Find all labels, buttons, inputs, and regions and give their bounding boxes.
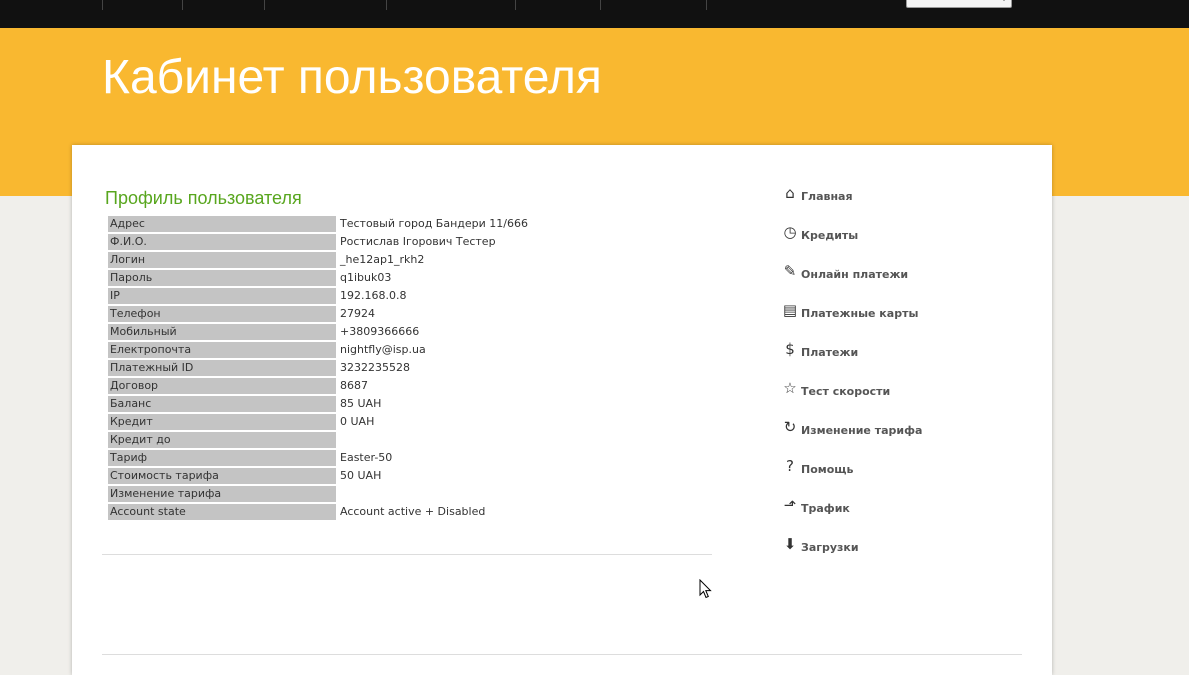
profile-field-label: Договор [108,378,336,394]
profile-field-label: Пароль [108,270,336,286]
question-icon: ? [786,457,794,475]
profile-field-label: IP [108,288,336,304]
table-row: Изменение тарифа [108,486,642,502]
sidebar-item-label: Платежи [801,346,859,359]
profile-field-value: 8687 [338,378,642,394]
profile-field-value: 192.168.0.8 [338,288,642,304]
profile-field-label: Логин [108,252,336,268]
table-row: Платежный ID 3232235528 [108,360,642,376]
sidebar-item-label: Главная [801,190,853,203]
dollar-icon: $ [785,340,795,358]
table-row: Адрес Тестовый город Бандери 11/666 [108,216,642,232]
divider [102,554,712,555]
profile-field-value: _he12ap1_rkh2 [338,252,642,268]
sidebar-item-label: Тест скорости [801,385,891,398]
sidebar-item-7[interactable]: ↻ Изменение тарифа [782,419,1002,439]
profile-field-label: Ф.И.О. [108,234,336,250]
sidebar-item-9[interactable]: ⬏ Трафик [782,497,1002,517]
sidebar-item-label: Загрузки [801,541,859,554]
profile-field-label: Телефон [108,306,336,322]
top-navigation-bar [0,0,1189,28]
profile-field-label: Account state [108,504,336,520]
sidebar-item-3[interactable]: ✎ Онлайн платежи [782,263,1002,283]
money-icon: ✎ [783,262,797,280]
download-icon: ⬇ [783,535,797,553]
mouse-cursor-icon [699,579,712,599]
sidebar-item-2[interactable]: ◷ Кредиты [782,224,1002,244]
profile-field-label: Кредит [108,414,336,430]
profile-field-label: Стоимость тарифа [108,468,336,484]
sidebar-item-label: Кредиты [801,229,859,242]
table-row: Тариф Easter-50 [108,450,642,466]
refresh-icon: ↻ [783,418,797,436]
top-nav-divider [706,0,707,10]
table-row: Електропочта nightfly@isp.ua [108,342,642,358]
profile-field-label: Мобильный [108,324,336,340]
sidebar-item-6[interactable]: ☆ Тест скорости [782,380,1002,400]
profile-field-value: Account active + Disabled [338,504,642,520]
sidebar-item-label: Платежные карты [801,307,919,320]
profile-field-value [338,486,642,502]
table-row: Ф.И.О. Ростислав Ігорович Тестер [108,234,642,250]
sidebar-item-1[interactable]: ⌂ Главная [782,185,1002,205]
top-nav-divider [515,0,516,10]
profile-field-value: 85 UAH [338,396,642,412]
content-card: Профиль пользователя Адрес Тестовый город… [72,145,1052,675]
receipt-icon: ▤ [782,301,798,319]
table-row: Пароль q1ibuk03 [108,270,642,286]
profile-table: Адрес Тестовый город Бандери 11/666 Ф.И.О.… [106,214,644,522]
table-row: Логин _he12ap1_rkh2 [108,252,642,268]
top-nav-divider [102,0,103,10]
profile-field-label: Баланс [108,396,336,412]
table-row: Баланс 85 UAH [108,396,642,412]
table-row: Мобильный +3809366666 [108,324,642,340]
profile-field-value [338,432,642,448]
profile-field-value: +3809366666 [338,324,642,340]
profile-field-value: nightfly@isp.ua [338,342,642,358]
profile-field-label: Кредит до [108,432,336,448]
table-row: Телефон 27924 [108,306,642,322]
home-icon: ⌂ [785,184,795,202]
sidebar-item-8[interactable]: ? Помощь [782,458,1002,478]
top-nav-divider [600,0,601,10]
top-nav-divider [182,0,183,10]
top-nav-divider [386,0,387,10]
sidebar-item-label: Помощь [801,463,854,476]
profile-field-value: 27924 [338,306,642,322]
profile-field-label: Платежный ID [108,360,336,376]
chevron-down-icon [1001,0,1007,1]
profile-field-value: 0 UAH [338,414,642,430]
sidebar-item-5[interactable]: $ Платежи [782,341,1002,361]
clock-icon: ◷ [783,223,797,241]
divider [102,654,1022,655]
page-title: Кабинет пользователя [102,51,602,104]
profile-field-label: Електропочта [108,342,336,358]
star-icon: ☆ [783,379,797,397]
profile-title: Профиль пользователя [105,188,302,208]
profile-field-label: Тариф [108,450,336,466]
top-nav-divider [264,0,265,10]
table-row: Account state Account active + Disabled [108,504,642,520]
table-row: IP 192.168.0.8 [108,288,642,304]
table-row: Кредит до [108,432,642,448]
language-select[interactable] [906,0,1012,8]
profile-field-value: Ростислав Ігорович Тестер [338,234,642,250]
profile-field-value: Тестовый город Бандери 11/666 [338,216,642,232]
chart-icon: ⬏ [783,496,797,514]
sidebar-item-4[interactable]: ▤ Платежные карты [782,302,1002,322]
table-row: Договор 8687 [108,378,642,394]
sidebar-item-label: Онлайн платежи [801,268,909,281]
table-row: Кредит 0 UAH [108,414,642,430]
profile-field-value: 50 UAH [338,468,642,484]
sidebar-item-label: Трафик [801,502,850,515]
profile-field-value: Easter-50 [338,450,642,466]
profile-field-value: q1ibuk03 [338,270,642,286]
profile-field-label: Адрес [108,216,336,232]
sidebar-item-label: Изменение тарифа [801,424,923,437]
sidebar-item-10[interactable]: ⬇ Загрузки [782,536,1002,556]
table-row: Стоимость тарифа 50 UAH [108,468,642,484]
profile-field-label: Изменение тарифа [108,486,336,502]
profile-field-value: 3232235528 [338,360,642,376]
